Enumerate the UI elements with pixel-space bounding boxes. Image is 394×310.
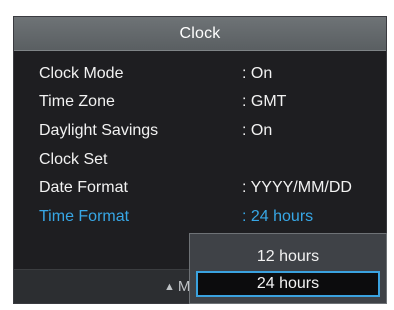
menu-item-label: Clock Mode [39,65,124,82]
menu-item-clock-mode[interactable]: Clock Mode : On [14,61,386,89]
panel-title: Clock [179,24,221,42]
option-24-hours-selected[interactable]: 24 hours [196,271,380,297]
menu-item-time-zone[interactable]: Time Zone : GMT [14,89,386,117]
menu-item-value: : GMT [242,93,287,110]
menu-item-value: : On [242,65,273,82]
option-12-hours[interactable]: 12 hours [196,245,380,271]
menu-item-clock-set[interactable]: Clock Set [14,147,386,175]
menu-item-value: : YYYY/MM/DD [242,179,352,196]
menu-item-time-format[interactable]: Time Format : 24 hours [14,204,386,232]
menu-item-value: : On [242,122,273,139]
menu-item-label: Date Format [39,179,128,196]
menu-item-label: Daylight Savings [39,122,159,139]
menu-item-label: Time Format [39,208,130,225]
up-down-arrow-icon: ▲︎ [164,281,175,293]
title-bar: Clock [14,17,386,51]
time-format-dropdown: 12 hours 24 hours [189,233,387,304]
menu-item-label: Clock Set [39,151,108,168]
menu-item-date-format[interactable]: Date Format : YYYY/MM/DD [14,175,386,203]
menu-item-label: Time Zone [39,93,115,110]
menu-item-value: : 24 hours [242,208,314,225]
navigation-hint: ▲︎ M [164,278,190,295]
menu-item-daylight-savings[interactable]: Daylight Savings : On [14,118,386,146]
